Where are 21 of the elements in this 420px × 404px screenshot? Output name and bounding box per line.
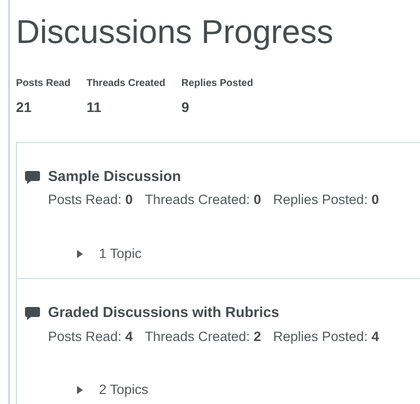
forum-stat: Replies Posted: 4 [273,328,379,346]
forum-stat: Posts Read: 4 [48,328,133,346]
topics-toggle[interactable]: 2 Topics [77,380,148,400]
caret-icon [77,386,83,394]
forum-title: Sample Discussion [48,168,181,187]
stat-label: Threads Created [86,76,166,91]
stat-value: 11 [86,98,102,117]
stat-label: Posts Read [16,76,70,91]
speech-bubble-icon [25,307,40,320]
forum-stat: Replies Posted: 0 [273,191,379,210]
forum-stat: Threads Created: 0 [144,191,262,210]
speech-bubble-icon [25,170,40,184]
stat-label: Replies Posted [181,76,254,91]
forum-stat: Threads Created: 2 [144,328,262,346]
caret-icon [77,250,83,258]
forum-stat: Posts Read: 0 [48,191,133,210]
stat-value: 9 [181,98,190,117]
forum-title: Graded Discussions with Rubrics [48,304,280,323]
topics-toggle[interactable]: 1 Topic [77,244,142,264]
stat-value: 21 [16,98,33,117]
page-title: Discussions Progress [16,12,334,52]
